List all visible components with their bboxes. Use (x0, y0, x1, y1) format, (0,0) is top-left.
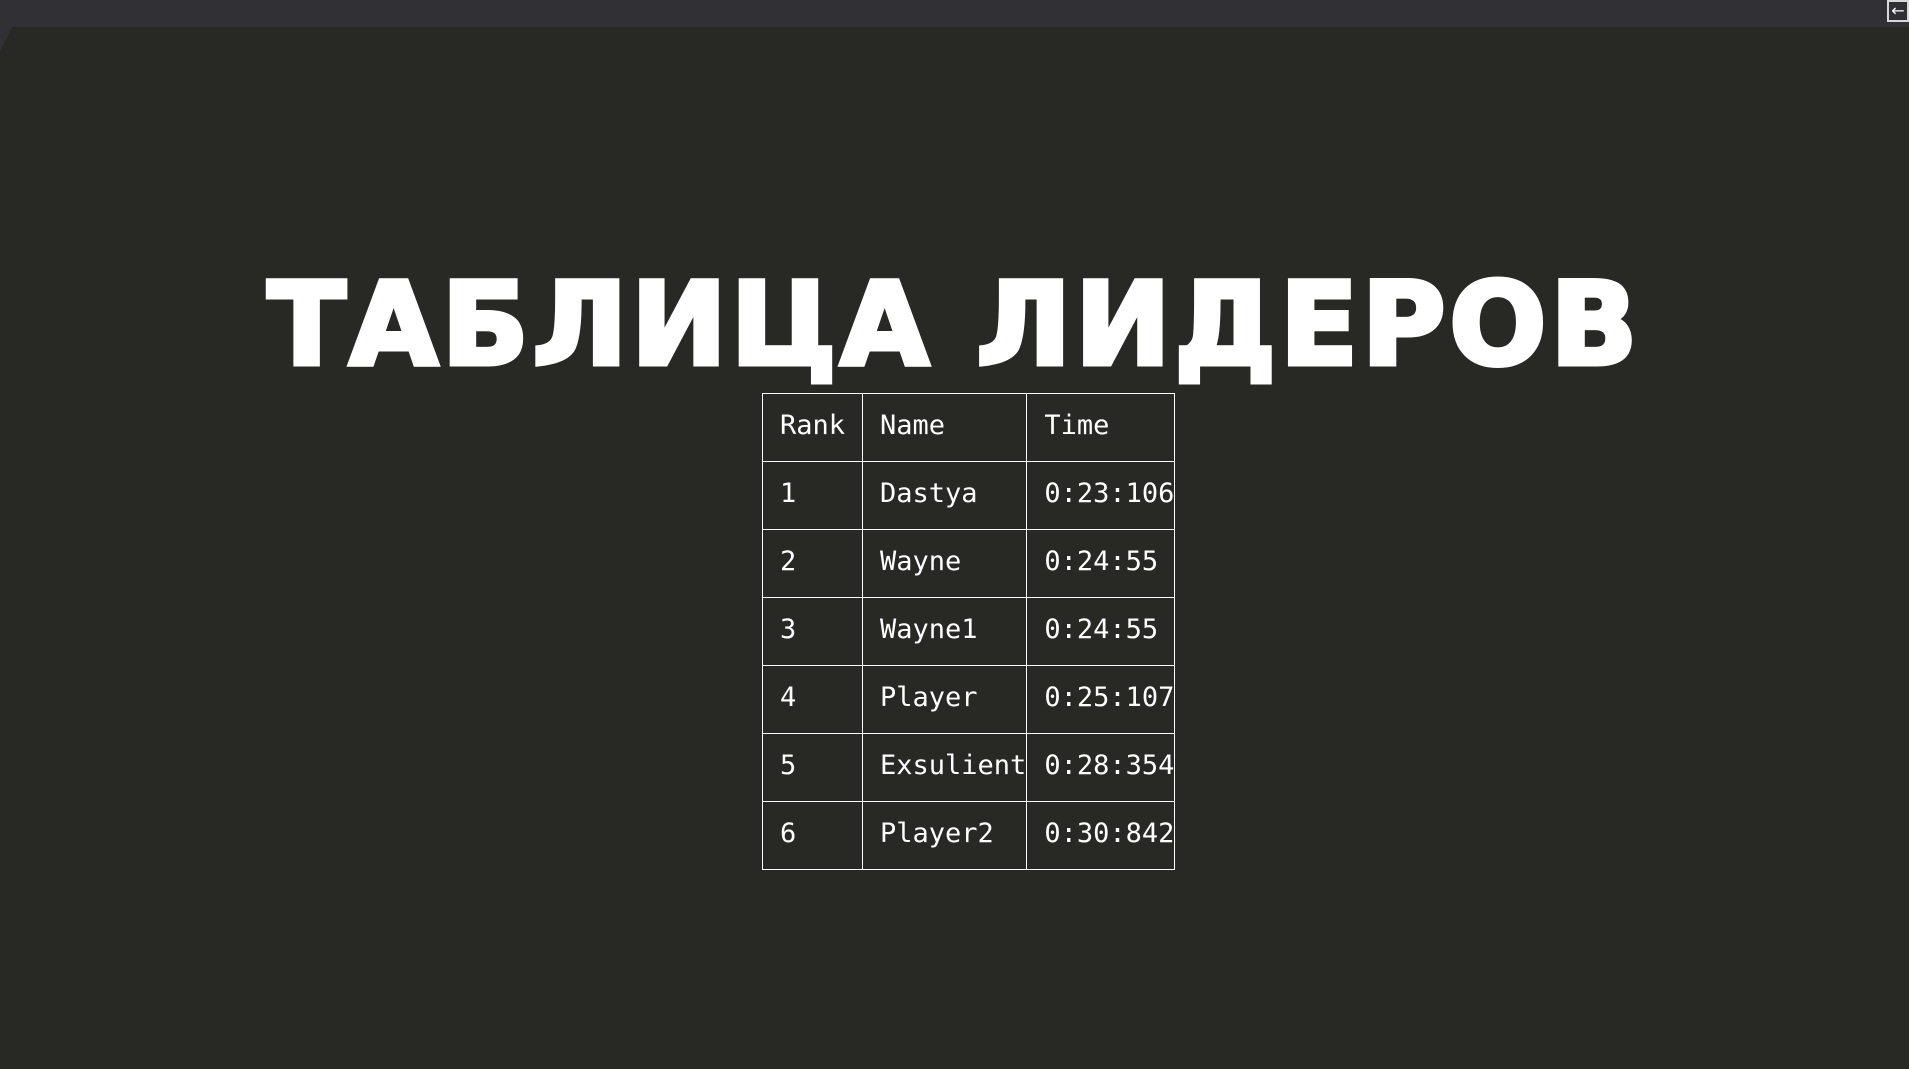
time-cell: 0:23:106 (1026, 461, 1176, 530)
rank-cell: 5 (762, 733, 863, 802)
column-header-time: Time (1026, 393, 1176, 462)
rank-cell: 6 (762, 801, 863, 870)
top-bar-notch (0, 27, 12, 51)
name-cell: Wayne1 (861, 597, 1028, 666)
name-cell: Player2 (861, 801, 1028, 870)
rank-cell: 3 (762, 597, 863, 666)
page-title: ТАБЛИЦА ЛИДЕРОВ (265, 258, 1642, 391)
table-header-row: Rank Name Time (762, 393, 1176, 462)
name-cell: Dastya (861, 461, 1028, 530)
time-cell: 0:24:55 (1026, 597, 1176, 666)
rank-cell: 2 (762, 529, 863, 598)
table-row: 5 Exsulient 0:28:354 (762, 733, 1176, 802)
table-row: 2 Wayne 0:24:55 (762, 529, 1176, 598)
time-cell: 0:25:107 (1026, 665, 1176, 734)
time-cell: 0:24:55 (1026, 529, 1176, 598)
name-cell: Exsulient (861, 733, 1028, 802)
table-row: 3 Wayne1 0:24:55 (762, 597, 1176, 666)
time-cell: 0:28:354 (1026, 733, 1176, 802)
rank-cell: 4 (762, 665, 863, 734)
column-header-rank: Rank (762, 393, 863, 462)
table-row: 4 Player 0:25:107 (762, 665, 1176, 734)
top-bar: ← (0, 0, 1909, 27)
back-arrow-icon[interactable]: ← (1887, 0, 1909, 22)
column-header-name: Name (861, 393, 1028, 462)
time-cell: 0:30:842 (1026, 801, 1176, 870)
leaderboard-table: Rank Name Time 1 Dastya 0:23:106 2 Wayne… (762, 393, 1176, 870)
table-row: 6 Player2 0:30:842 (762, 801, 1176, 870)
rank-cell: 1 (762, 461, 863, 530)
name-cell: Player (861, 665, 1028, 734)
name-cell: Wayne (861, 529, 1028, 598)
table-row: 1 Dastya 0:23:106 (762, 461, 1176, 530)
